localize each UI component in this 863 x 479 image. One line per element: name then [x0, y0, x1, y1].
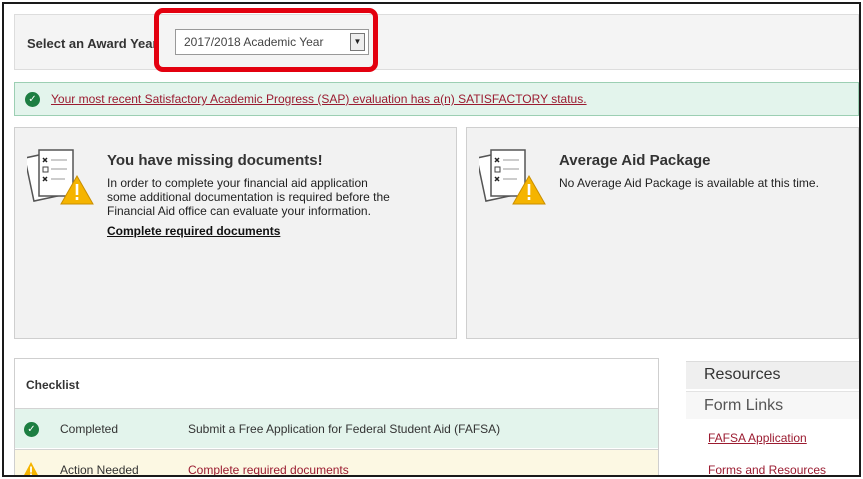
warning-icon — [24, 462, 38, 475]
financial-aid-page: Select an Award Year 2017/2018 Academic … — [2, 2, 861, 477]
check-circle-icon: ✓ — [24, 422, 39, 437]
checklist-row-description: Submit a Free Application for Federal St… — [188, 422, 501, 436]
sap-status-banner: ✓ Your most recent Satisfactory Academic… — [14, 82, 859, 116]
checklist-row-status: Action Needed — [60, 463, 139, 477]
checklist-title: Checklist — [26, 378, 80, 392]
resources-panel: Resources Form Links FAFSA Application F… — [686, 361, 859, 475]
average-aid-package-text: No Average Aid Package is available at t… — [559, 176, 819, 190]
checklist-panel: Checklist ✓ Completed Submit a Free Appl… — [14, 358, 659, 477]
checklist-row-status: Completed — [60, 422, 119, 436]
documents-warning-icon — [27, 149, 94, 205]
missing-documents-text-line-2: some additional documentation is require… — [107, 190, 390, 204]
forms-and-resources-link[interactable]: Forms and Resources — [708, 463, 826, 475]
fafsa-application-link[interactable]: FAFSA Application — [708, 431, 807, 445]
highlight-annotation-box — [154, 8, 378, 72]
checklist-complete-documents-link[interactable]: Complete required documents — [188, 463, 349, 475]
checklist-row: Action Needed Complete required document… — [15, 449, 658, 477]
missing-documents-text-line-1: In order to complete your financial aid … — [107, 176, 368, 190]
complete-required-documents-link[interactable]: Complete required documents — [107, 224, 280, 238]
average-aid-package-title: Average Aid Package — [559, 152, 711, 169]
check-circle-icon: ✓ — [25, 92, 40, 107]
form-links-heading: Form Links — [686, 391, 859, 419]
award-year-label: Select an Award Year — [27, 36, 158, 51]
missing-documents-text-line-3: Financial Aid office can evaluate your i… — [107, 204, 371, 218]
award-year-bar: Select an Award Year 2017/2018 Academic … — [14, 14, 859, 70]
missing-documents-card: You have missing documents! In order to … — [14, 127, 457, 339]
documents-warning-icon — [479, 149, 546, 205]
resources-heading: Resources — [686, 361, 859, 389]
sap-status-link[interactable]: Your most recent Satisfactory Academic P… — [51, 92, 587, 106]
checklist-row: ✓ Completed Submit a Free Application fo… — [15, 408, 658, 448]
missing-documents-title: You have missing documents! — [107, 152, 323, 169]
average-aid-package-card: Average Aid Package No Average Aid Packa… — [466, 127, 859, 339]
